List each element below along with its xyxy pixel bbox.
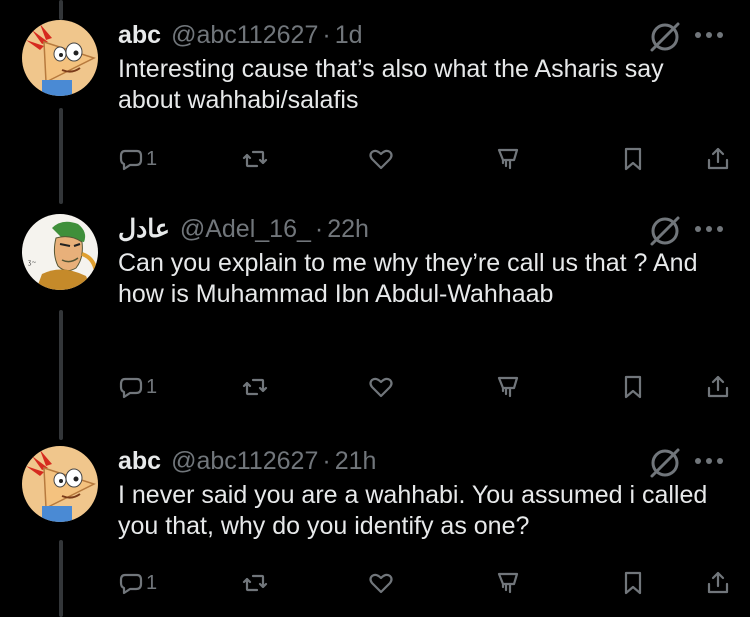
tweet-actions: 1 [0,370,750,404]
share-icon [707,147,729,170]
heart-icon [369,149,393,170]
reply-button[interactable]: 1 [118,370,157,404]
no-entry-icon[interactable] [648,446,682,480]
share-icon [707,375,729,398]
share-button[interactable] [705,566,731,600]
bookmark-button[interactable] [620,370,646,404]
bookmark-icon [624,147,642,171]
views-button[interactable] [495,566,521,600]
avatar-cartoon-image [22,20,98,96]
views-icon [497,376,519,398]
reply-icon [119,149,143,171]
no-entry-icon[interactable] [648,20,682,54]
bookmark-button[interactable] [620,142,646,176]
bookmark-icon [624,571,642,595]
user-handle[interactable]: @Adel_16_ [180,215,311,244]
share-button[interactable] [705,370,731,404]
display-name[interactable]: عادل [118,214,170,244]
retweet-icon [242,378,268,396]
retweet-button[interactable] [242,142,268,176]
tweet-text: Can you explain to me why they’re call u… [118,249,698,308]
reply-count: 1 [146,147,158,170]
retweet-button[interactable] [242,370,268,404]
tweet-header: abc @abc112627 · 21h [118,444,376,478]
more-icon[interactable] [695,32,723,38]
timestamp[interactable]: 1d [335,21,363,50]
display-name[interactable]: abc [118,21,161,50]
share-icon [707,571,729,594]
tweet-text: I never said you are a wahhabi. You assu… [118,481,708,540]
timestamp[interactable]: 21h [335,447,377,476]
tweet[interactable]: ʒ~ عادل @Adel_16_ · 22h Can you explain … [0,212,750,412]
avatar-anime-image: ʒ~ [22,214,98,290]
like-button[interactable] [368,142,394,176]
reply-button[interactable]: 1 [118,566,157,600]
avatar-cartoon-image [22,446,98,522]
no-entry-icon[interactable] [648,214,682,248]
reply-icon [119,377,143,399]
separator: · [322,20,331,49]
heart-icon [369,377,393,398]
tweet[interactable]: abc @abc112627 · 1d Interesting cause th… [0,18,750,178]
avatar[interactable] [22,446,98,522]
tweet-header: عادل @Adel_16_ · 22h [118,212,369,246]
retweet-icon [242,574,268,592]
timestamp[interactable]: 22h [327,215,369,244]
retweet-button[interactable] [242,566,268,600]
share-button[interactable] [705,142,731,176]
more-icon[interactable] [695,458,723,464]
tweet-text: Interesting cause that’s also what the A… [118,55,664,114]
avatar[interactable]: ʒ~ [22,214,98,290]
heart-icon [369,573,393,594]
svg-text:ʒ~: ʒ~ [28,259,37,266]
like-button[interactable] [368,370,394,404]
reply-count: 1 [146,375,158,398]
views-button[interactable] [495,370,521,404]
bookmark-icon [624,375,642,399]
user-handle[interactable]: @abc112627 [171,21,318,50]
reply-icon [119,573,143,595]
tweet-actions: 1 [0,142,750,176]
reply-button[interactable]: 1 [118,142,157,176]
retweet-icon [242,150,268,168]
reply-count: 1 [146,571,158,594]
separator: · [314,214,324,243]
separator: · [322,446,331,475]
views-button[interactable] [495,142,521,176]
bookmark-button[interactable] [620,566,646,600]
thread-line [59,0,63,20]
tweet-header: abc @abc112627 · 1d [118,18,363,52]
like-button[interactable] [368,566,394,600]
views-icon [497,148,519,170]
display-name[interactable]: abc [118,447,161,476]
views-icon [497,572,519,594]
user-handle[interactable]: @abc112627 [171,447,318,476]
tweet-actions: 1 [0,566,750,600]
tweet[interactable]: abc @abc112627 · 21h I never said you ar… [0,444,750,614]
avatar[interactable] [22,20,98,96]
more-icon[interactable] [695,226,723,232]
